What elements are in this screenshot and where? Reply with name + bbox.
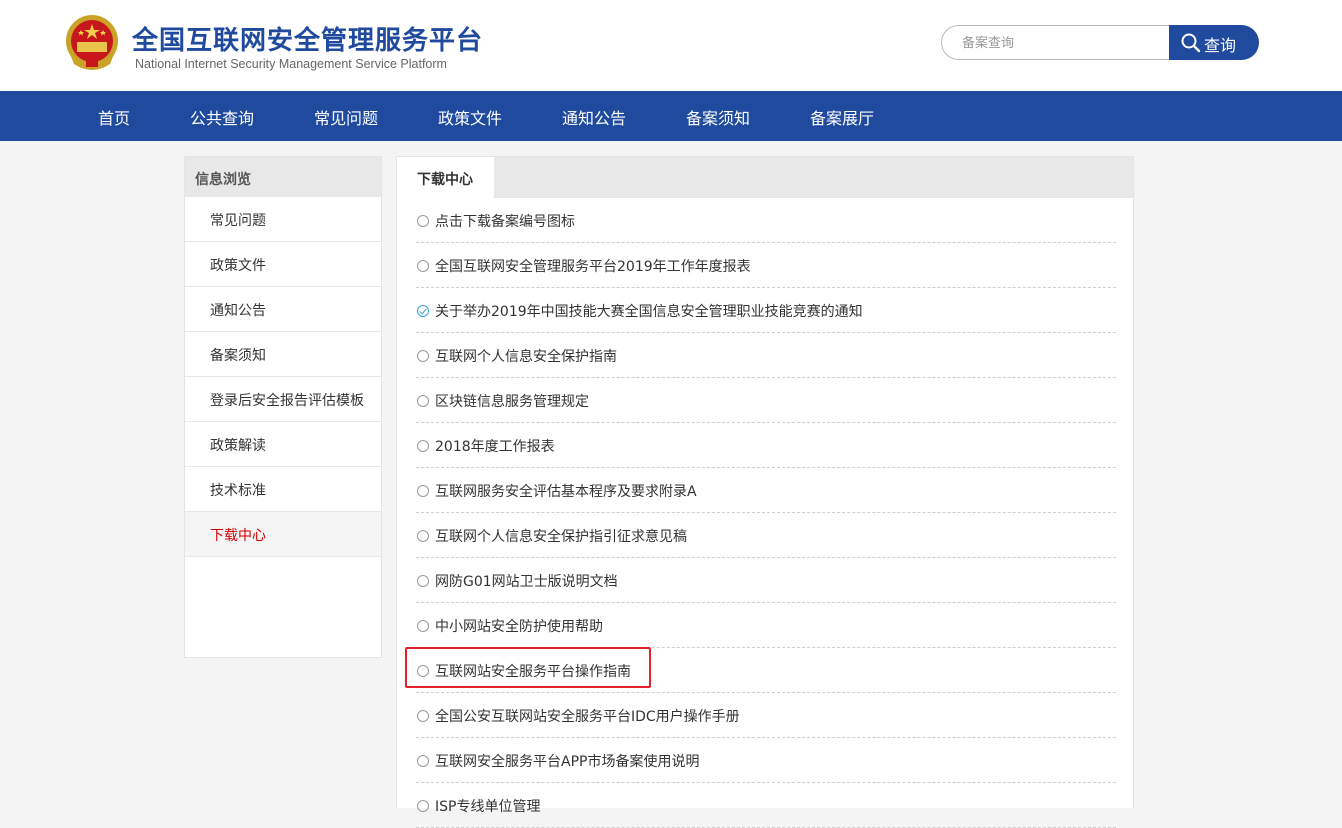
radio-icon [417,620,429,632]
list-item[interactable]: ISP专线单位管理 [416,783,1116,828]
sidebar: 信息浏览 常见问题 政策文件 通知公告 备案须知 登录后安全报告评估模板 政策解… [184,156,382,658]
site-title: 全国互联网安全管理服务平台 [132,26,484,56]
download-link[interactable]: 网防G01网站卫士版说明文档 [435,571,618,591]
download-link[interactable]: ISP专线单位管理 [435,796,540,816]
radio-icon [417,440,429,452]
sidebar-heading: 信息浏览 [185,157,381,197]
site-subtitle: National Internet Security Management Se… [135,57,447,71]
download-link[interactable]: 中小网站安全防护使用帮助 [435,616,603,636]
download-link[interactable]: 2018年度工作报表 [435,436,555,456]
radio-icon [417,710,429,722]
tab-bar: 下载中心 [397,157,1133,198]
search-input[interactable] [962,34,1162,52]
nav-item-filing-hall[interactable]: 备案展厅 [810,105,874,129]
list-item[interactable]: 点击下载备案编号图标 [416,198,1116,243]
download-link[interactable]: 区块链信息服务管理规定 [435,391,589,411]
radio-icon [417,350,429,362]
list-item[interactable]: 互联网服务安全评估基本程序及要求附录A [416,468,1116,513]
radio-checked-icon [417,305,429,317]
list-item[interactable]: 全国互联网安全管理服务平台2019年工作年度报表 [416,243,1116,288]
site-header: 全国互联网安全管理服务平台 National Internet Security… [0,0,1342,91]
download-link[interactable]: 互联网个人信息安全保护指南 [435,346,617,366]
sidebar-item-report-template[interactable]: 登录后安全报告评估模板 [185,377,381,422]
sidebar-item-downloads[interactable]: 下载中心 [185,512,381,557]
sidebar-item-filing-guide[interactable]: 备案须知 [185,332,381,377]
search-field [941,25,1170,60]
download-link[interactable]: 点击下载备案编号图标 [435,211,575,231]
download-link[interactable]: 互联网安全服务平台APP市场备案使用说明 [435,751,699,771]
download-list: 点击下载备案编号图标全国互联网安全管理服务平台2019年工作年度报表关于举办20… [405,198,1116,828]
list-item[interactable]: 中小网站安全防护使用帮助 [416,603,1116,648]
list-item[interactable]: 区块链信息服务管理规定 [416,378,1116,423]
list-item[interactable]: 互联网站安全服务平台操作指南 [405,647,1116,693]
sidebar-item-faq[interactable]: 常见问题 [185,197,381,242]
sidebar-item-policy[interactable]: 政策文件 [185,242,381,287]
sidebar-item-notices[interactable]: 通知公告 [185,287,381,332]
radio-icon [417,260,429,272]
search-button[interactable]: 查询 [1169,25,1259,60]
list-item[interactable]: 网防G01网站卫士版说明文档 [416,558,1116,603]
radio-icon [417,755,429,767]
nav-item-filing-guide[interactable]: 备案须知 [686,105,750,129]
police-emblem-icon[interactable] [64,12,120,74]
download-link[interactable]: 互联网站安全服务平台操作指南 [435,661,631,681]
nav-item-faq[interactable]: 常见问题 [314,105,378,129]
list-item[interactable]: 互联网个人信息安全保护指南 [416,333,1116,378]
main-nav: 首页 公共查询 常见问题 政策文件 通知公告 备案须知 备案展厅 [0,91,1342,141]
radio-icon [417,800,429,812]
sidebar-item-policy-reading[interactable]: 政策解读 [185,422,381,467]
download-link[interactable]: 互联网服务安全评估基本程序及要求附录A [435,481,697,501]
download-link[interactable]: 关于举办2019年中国技能大赛全国信息安全管理职业技能竞赛的通知 [435,301,863,321]
download-link[interactable]: 全国公安互联网站安全服务平台IDC用户操作手册 [435,706,740,726]
list-item[interactable]: 全国公安互联网站安全服务平台IDC用户操作手册 [416,693,1116,738]
radio-icon [417,485,429,497]
nav-item-notices[interactable]: 通知公告 [562,105,626,129]
radio-icon [417,530,429,542]
list-item[interactable]: 互联网个人信息安全保护指引征求意见稿 [416,513,1116,558]
list-item[interactable]: 关于举办2019年中国技能大赛全国信息安全管理职业技能竞赛的通知 [416,288,1116,333]
nav-item-policy[interactable]: 政策文件 [438,105,502,129]
search-button-label: 查询 [1204,36,1237,55]
nav-item-home[interactable]: 首页 [98,105,130,129]
list-item[interactable]: 2018年度工作报表 [416,423,1116,468]
download-link[interactable]: 互联网个人信息安全保护指引征求意见稿 [435,526,687,546]
radio-icon [417,665,429,677]
main-panel: 下载中心 点击下载备案编号图标全国互联网安全管理服务平台2019年工作年度报表关… [396,156,1134,828]
tab-downloads[interactable]: 下载中心 [397,157,494,198]
search-icon [1181,33,1201,53]
download-link[interactable]: 全国互联网安全管理服务平台2019年工作年度报表 [435,256,751,276]
list-item[interactable]: 互联网安全服务平台APP市场备案使用说明 [416,738,1116,783]
radio-icon [417,395,429,407]
nav-item-public-query[interactable]: 公共查询 [190,105,254,129]
radio-icon [417,575,429,587]
radio-icon [417,215,429,227]
sidebar-item-tech-standards[interactable]: 技术标准 [185,467,381,512]
